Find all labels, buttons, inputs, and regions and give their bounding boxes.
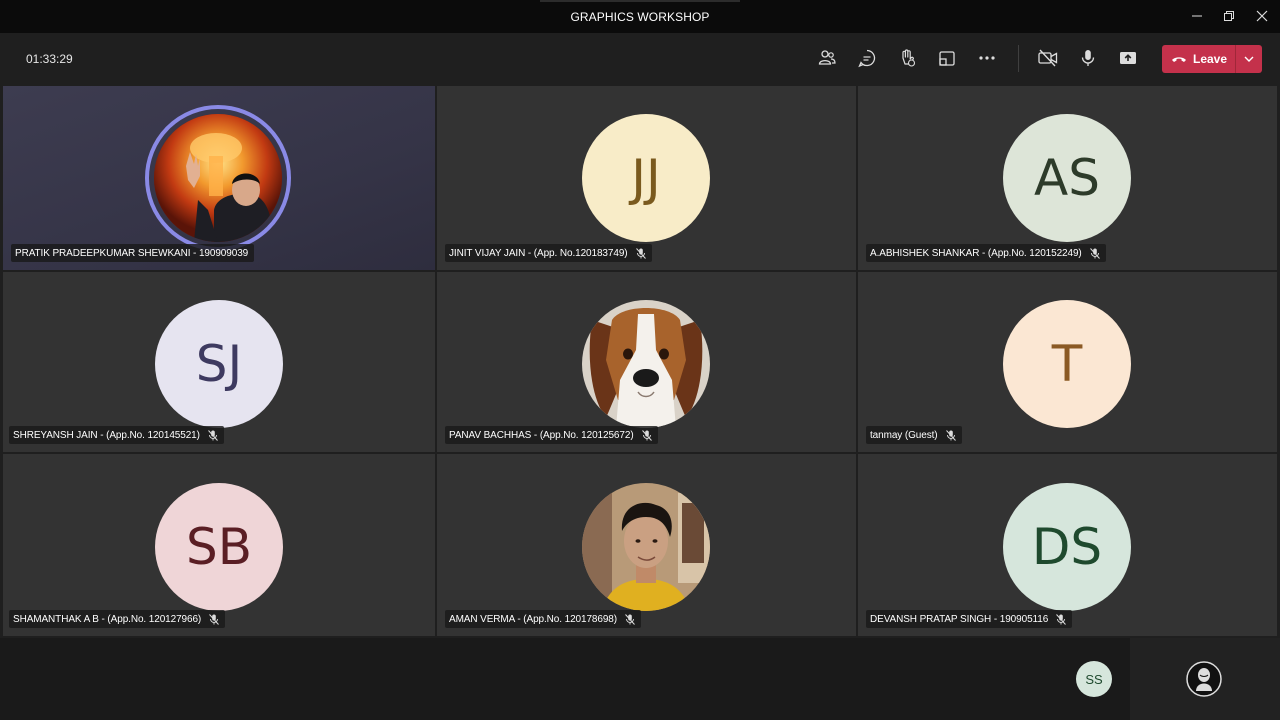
more-icon bbox=[979, 56, 995, 60]
title-bar: GRAPHICS WORKSHOP bbox=[0, 0, 1280, 33]
avatar-photo bbox=[582, 483, 710, 611]
participant-name: DEVANSH PRATAP SINGH - 190905116 bbox=[870, 613, 1049, 625]
chat-icon bbox=[858, 49, 876, 68]
participants-button[interactable] bbox=[814, 45, 840, 71]
mic-off-icon bbox=[1056, 613, 1067, 625]
leave-button-group: Leave bbox=[1162, 45, 1262, 73]
restore-button[interactable] bbox=[1212, 4, 1246, 28]
participant-name: AMAN VERMA - (App.No. 120178698) bbox=[449, 613, 617, 625]
participant-name-tag: PANAV BACHHAS - (App.No. 120125672) bbox=[445, 426, 658, 444]
mic-off-icon bbox=[625, 613, 635, 625]
participant-name: PRATIK PRADEEPKUMAR SHEWKANI - 190909039 bbox=[15, 247, 249, 259]
share-tray-button[interactable] bbox=[934, 45, 960, 71]
close-window-button[interactable] bbox=[1245, 4, 1279, 28]
participant-tile[interactable]: PANAV BACHHAS - (App.No. 120125672) bbox=[437, 272, 856, 452]
avatar: SJ bbox=[155, 300, 283, 428]
participant-tile[interactable]: JJ JINIT VIJAY JAIN - (App. No.120183749… bbox=[437, 86, 856, 270]
participant-tile[interactable]: AMAN VERMA - (App.No. 120178698) bbox=[437, 454, 856, 636]
meeting-toolbar: 01:33:29 Leave bbox=[0, 33, 1280, 84]
mic-off-icon bbox=[635, 247, 646, 259]
participant-name-tag: A.ABHISHEK SHANKAR - (App.No. 120152249) bbox=[866, 244, 1106, 262]
avatar: T bbox=[1003, 300, 1131, 428]
chevron-down-icon bbox=[1244, 56, 1254, 62]
leave-label: Leave bbox=[1193, 52, 1228, 66]
restore-icon bbox=[1224, 11, 1234, 21]
close-icon bbox=[1256, 10, 1268, 22]
participant-name-tag: SHREYANSH JAIN - (App.No. 120145521) bbox=[9, 426, 224, 444]
participant-tile[interactable]: SJ SHREYANSH JAIN - (App.No. 120145521) bbox=[3, 272, 435, 452]
minimize-button[interactable] bbox=[1180, 4, 1214, 28]
overflow-participant-avatar[interactable]: SS bbox=[1076, 661, 1112, 697]
participant-name-tag: DEVANSH PRATAP SINGH - 190905116 bbox=[866, 610, 1073, 628]
camera-off-icon bbox=[1038, 49, 1058, 67]
raise-hand-button[interactable] bbox=[894, 45, 920, 71]
mic-off-icon bbox=[207, 429, 218, 441]
mic-off-icon bbox=[641, 429, 652, 441]
participant-tile[interactable]: T tanmay (Guest) bbox=[858, 272, 1277, 452]
more-actions-button[interactable] bbox=[974, 45, 1000, 71]
participant-name: tanmay (Guest) bbox=[870, 429, 938, 441]
participant-tile[interactable]: PRATIK PRADEEPKUMAR SHEWKANI - 190909039 bbox=[3, 86, 435, 270]
chat-button[interactable] bbox=[854, 45, 880, 71]
raise-hand-icon bbox=[902, 49, 916, 67]
participant-name-tag: tanmay (Guest) bbox=[866, 426, 962, 444]
avatar-photo bbox=[582, 300, 710, 428]
mic-off-icon bbox=[1089, 247, 1100, 259]
share-tray-icon bbox=[939, 51, 955, 66]
participant-name: SHREYANSH JAIN - (App.No. 120145521) bbox=[13, 429, 200, 441]
window-title: GRAPHICS WORKSHOP bbox=[570, 10, 710, 24]
meeting-timer: 01:33:29 bbox=[26, 52, 73, 66]
participant-tile[interactable]: SB SHAMANTHAK A B - (App.No. 120127966) bbox=[3, 454, 435, 636]
toolbar-divider bbox=[1018, 45, 1019, 72]
participant-tile[interactable]: AS A.ABHISHEK SHANKAR - (App.No. 1201522… bbox=[858, 86, 1277, 270]
mic-off-icon bbox=[209, 613, 220, 625]
camera-toggle-button[interactable] bbox=[1035, 45, 1061, 71]
self-view bbox=[1130, 638, 1280, 720]
avatar: AS bbox=[1003, 114, 1131, 242]
participant-name: A.ABHISHEK SHANKAR - (App.No. 120152249) bbox=[870, 247, 1082, 259]
share-screen-button[interactable] bbox=[1115, 45, 1141, 71]
participant-name: JINIT VIJAY JAIN - (App. No.120183749) bbox=[449, 247, 628, 259]
participant-tile[interactable]: DS DEVANSH PRATAP SINGH - 190905116 bbox=[858, 454, 1277, 636]
participant-name-tag: AMAN VERMA - (App.No. 120178698) bbox=[445, 610, 641, 628]
mic-off-icon bbox=[945, 429, 956, 441]
participant-grid: PRATIK PRADEEPKUMAR SHEWKANI - 190909039… bbox=[3, 86, 1277, 636]
people-icon bbox=[818, 50, 836, 65]
mic-icon bbox=[1081, 50, 1095, 66]
leave-button[interactable]: Leave bbox=[1162, 45, 1235, 73]
mic-toggle-button[interactable] bbox=[1075, 45, 1101, 71]
participant-name-tag: SHAMANTHAK A B - (App.No. 120127966) bbox=[9, 610, 226, 628]
participant-name: PANAV BACHHAS - (App.No. 120125672) bbox=[449, 429, 634, 441]
minimize-icon bbox=[1192, 15, 1202, 17]
avatar: DS bbox=[1003, 483, 1131, 611]
bottom-strip: SS bbox=[0, 638, 1280, 720]
share-screen-icon bbox=[1120, 52, 1136, 64]
participant-name-tag: PRATIK PRADEEPKUMAR SHEWKANI - 190909039 bbox=[11, 244, 255, 262]
avatar-photo bbox=[154, 114, 282, 242]
title-tab-indicator bbox=[540, 0, 740, 2]
avatar: SB bbox=[155, 483, 283, 611]
leave-options-button[interactable] bbox=[1236, 45, 1262, 73]
avatar: JJ bbox=[582, 114, 710, 242]
hang-up-icon bbox=[1172, 57, 1186, 62]
self-avatar-icon bbox=[1186, 661, 1222, 697]
participant-name-tag: JINIT VIJAY JAIN - (App. No.120183749) bbox=[445, 244, 652, 262]
participant-name: SHAMANTHAK A B - (App.No. 120127966) bbox=[13, 613, 202, 625]
